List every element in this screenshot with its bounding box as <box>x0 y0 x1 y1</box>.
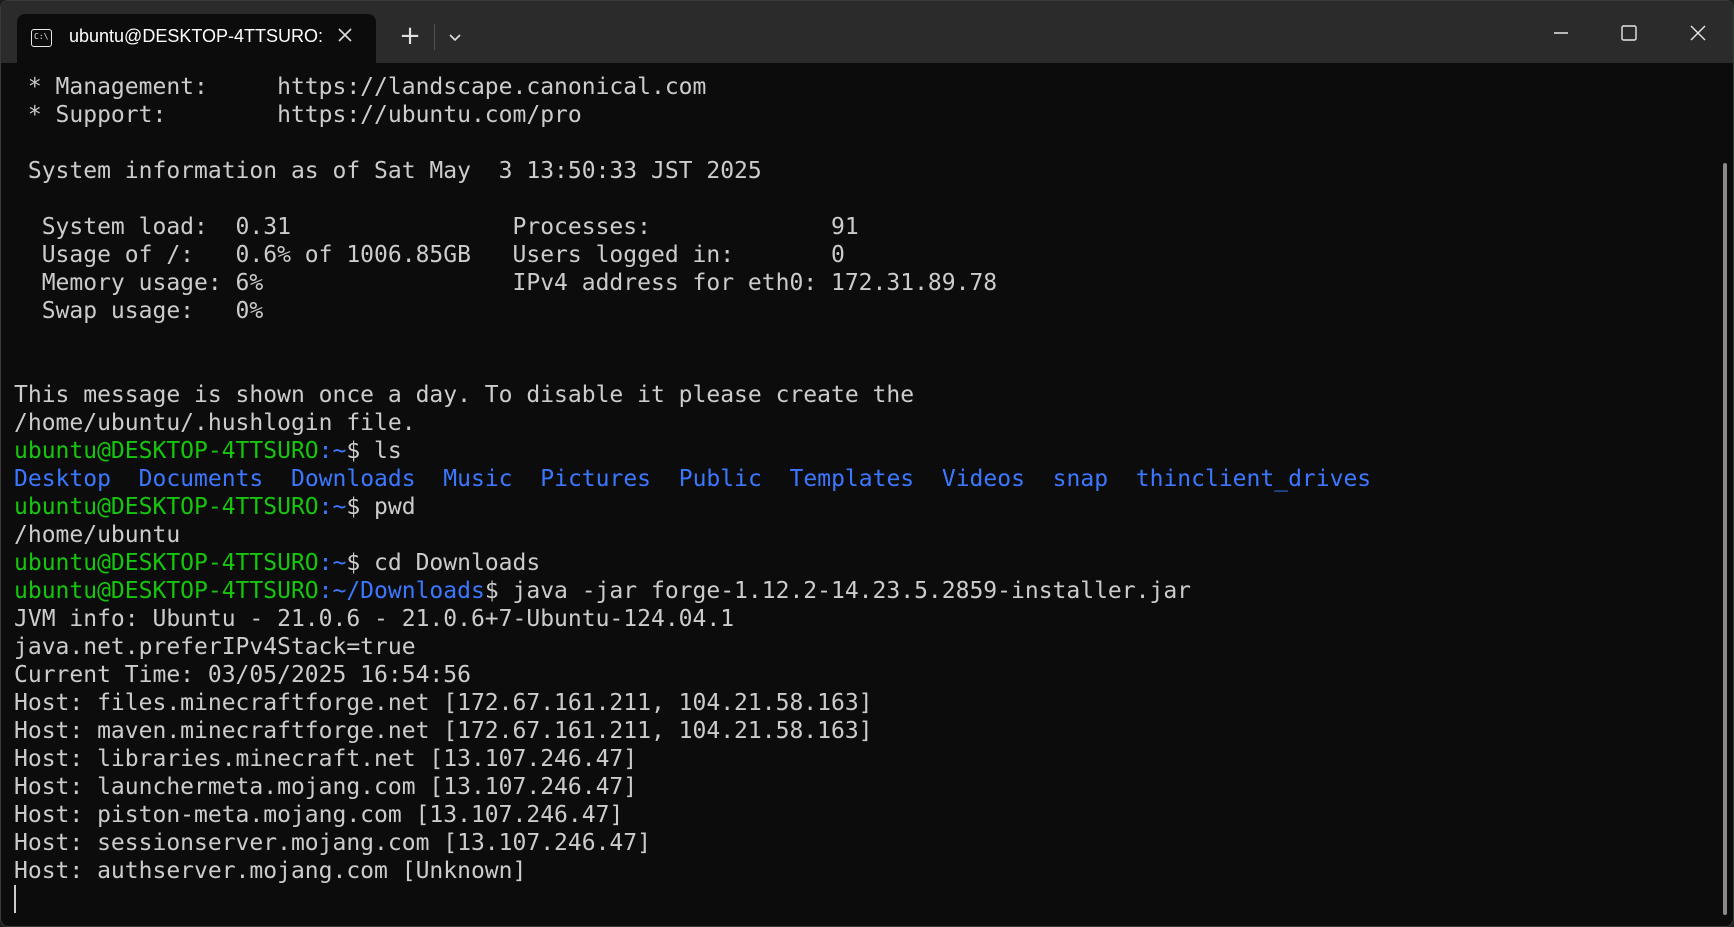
directory-entry: Templates <box>789 466 915 492</box>
terminal-icon: C:\ <box>31 29 52 47</box>
motd-line <box>14 325 1713 353</box>
scrollbar[interactable] <box>1723 163 1727 915</box>
command-text: $ cd Downloads <box>346 550 541 576</box>
output-line: Host: libraries.minecraft.net [13.107.24… <box>14 746 638 772</box>
maximize-button[interactable] <box>1609 13 1649 53</box>
command-text: $ pwd <box>346 494 416 520</box>
prompt-line: ubuntu@DESKTOP-4TTSURO:~$ pwd <box>14 493 1713 521</box>
close-icon <box>338 28 352 42</box>
directory-entry: Documents <box>138 466 264 492</box>
motd-line: Swap usage: 0% <box>14 298 264 324</box>
maximize-icon <box>1621 25 1637 41</box>
directory-entry: thinclient_drives <box>1135 466 1372 492</box>
prompt-line: ubuntu@DESKTOP-4TTSURO:~$ cd Downloads <box>14 549 1713 577</box>
motd-line: Usage of /: 0.6% of 1006.85GB Users logg… <box>14 242 845 268</box>
java-output-block: JVM info: Ubuntu - 21.0.6 - 21.0.6+7-Ubu… <box>14 605 1713 885</box>
pwd-output: /home/ubuntu <box>14 522 181 548</box>
new-tab-button[interactable]: + <box>394 20 426 52</box>
prompt-path: :~ <box>318 550 347 576</box>
title-bar[interactable]: C:\ ubuntu@DESKTOP-4TTSURO: + <box>1 1 1733 63</box>
motd-line: * Management: https://landscape.canonica… <box>14 74 707 100</box>
motd-line: * Support: https://ubuntu.com/pro <box>14 102 582 128</box>
tab-ubuntu[interactable]: C:\ ubuntu@DESKTOP-4TTSURO: <box>17 14 376 63</box>
output-line: java.net.preferIPv4Stack=true <box>14 634 416 660</box>
tab-close-button[interactable] <box>333 23 357 47</box>
terminal-output[interactable]: * Management: https://landscape.canonica… <box>14 73 1713 926</box>
output-line: Host: piston-meta.mojang.com [13.107.246… <box>14 802 624 828</box>
tab-title: ubuntu@DESKTOP-4TTSURO: <box>69 26 324 46</box>
output-line: Host: files.minecraftforge.net [172.67.1… <box>14 690 873 716</box>
command-text: $ ls <box>346 438 402 464</box>
motd-line: System load: 0.31 Processes: 91 <box>14 214 859 240</box>
directory-entry: Music <box>443 466 513 492</box>
output-line: Host: sessionserver.mojang.com [13.107.2… <box>14 830 651 856</box>
motd-line: /home/ubuntu/.hushlogin file. <box>14 410 416 436</box>
directory-entry: Desktop <box>14 466 111 492</box>
prompt-line: ubuntu@DESKTOP-4TTSURO:~/Downloads$ java… <box>14 577 1713 605</box>
window-close-button[interactable] <box>1678 13 1718 53</box>
output-line: Current Time: 03/05/2025 16:54:56 <box>14 662 471 688</box>
output-line: Host: launchermeta.mojang.com [13.107.24… <box>14 774 638 800</box>
prompt-line: ubuntu@DESKTOP-4TTSURO:~$ ls <box>14 437 1713 465</box>
command-text: $ java -jar forge-1.12.2-14.23.5.2859-in… <box>484 578 1192 604</box>
minimize-button[interactable] <box>1541 13 1581 53</box>
prompt-user: ubuntu@DESKTOP-4TTSURO <box>14 438 319 464</box>
motd-line: This message is shown once a day. To dis… <box>14 382 915 408</box>
prompt-user: ubuntu@DESKTOP-4TTSURO <box>14 578 319 604</box>
directory-entry: Videos <box>941 466 1025 492</box>
motd-line <box>14 129 1713 157</box>
text-cursor <box>14 885 16 913</box>
directory-entry: Public <box>678 466 762 492</box>
prompt-user: ubuntu@DESKTOP-4TTSURO <box>14 550 319 576</box>
tab-dropdown-button[interactable] <box>442 24 468 50</box>
ls-output: Desktop Documents Downloads Music Pictur… <box>14 465 1713 493</box>
directory-entry: Downloads <box>290 466 416 492</box>
motd-line: System information as of Sat May 3 13:50… <box>14 158 762 184</box>
output-line: JVM info: Ubuntu - 21.0.6 - 21.0.6+7-Ubu… <box>14 606 735 632</box>
motd-line: Memory usage: 6% IPv4 address for eth0: … <box>14 270 998 296</box>
prompt-path: :~ <box>318 438 347 464</box>
motd-line <box>14 185 1713 213</box>
output-line: Host: maven.minecraftforge.net [172.67.1… <box>14 718 873 744</box>
directory-entry: Pictures <box>540 466 652 492</box>
close-icon <box>1690 25 1706 41</box>
motd-block: * Management: https://landscape.canonica… <box>14 73 1713 437</box>
prompt-path: :~/Downloads <box>318 578 485 604</box>
chevron-down-icon <box>449 34 461 42</box>
directory-entry: snap <box>1052 466 1109 492</box>
prompt-user: ubuntu@DESKTOP-4TTSURO <box>14 494 319 520</box>
minimize-icon <box>1554 32 1568 34</box>
prompt-path: :~ <box>318 494 347 520</box>
output-line: Host: authserver.mojang.com [Unknown] <box>14 858 527 884</box>
terminal-window: C:\ ubuntu@DESKTOP-4TTSURO: + * Manageme… <box>0 0 1734 927</box>
divider <box>434 24 435 50</box>
motd-line <box>14 353 1713 381</box>
